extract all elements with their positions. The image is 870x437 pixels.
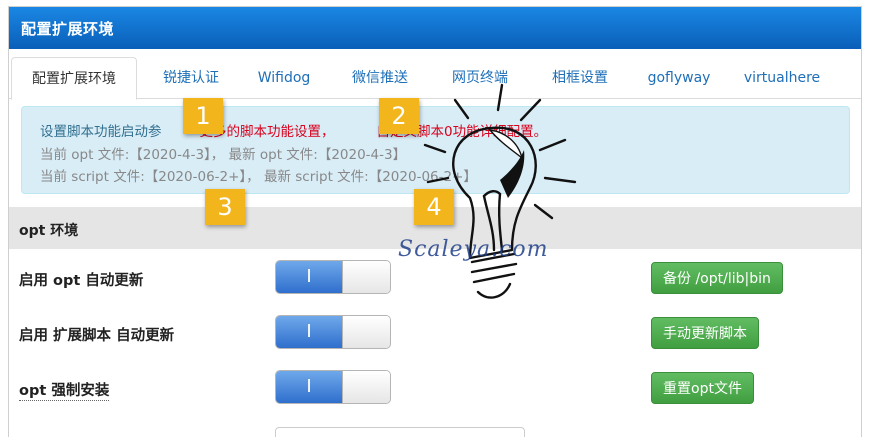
tab-photo-frame[interactable]: 相框设置	[537, 57, 623, 99]
info-alert: 设置脚本功能启动参 更多的脚本功能设置， 自定义脚本0功能详细配置。 当前 opt …	[21, 106, 850, 194]
row-label-script-auto-update: 启用 扩展脚本 自动更新	[19, 328, 175, 344]
watermark-text: Scaleya.com	[398, 237, 549, 262]
partial-input-field[interactable]	[275, 427, 525, 437]
tab-wechat-push[interactable]: 微信推送	[337, 57, 423, 99]
annotation-badge-2: 2	[379, 98, 419, 134]
annotation-badge-3: 3	[205, 189, 245, 225]
info-script-version: 当前 script 文件:【2020-06-2+】， 最新 script 文件:…	[40, 169, 477, 185]
opt-force-install-toggle[interactable]: I	[275, 370, 391, 404]
opt-auto-update-toggle[interactable]: I	[275, 260, 391, 294]
script-auto-update-toggle[interactable]: I	[275, 315, 391, 349]
toggle-on-indicator: I	[276, 316, 342, 348]
annotation-badge-1: 1	[183, 98, 223, 134]
info-line-1-text: 设置脚本功能启动参	[40, 124, 162, 140]
tab-wifidog[interactable]: Wifidog	[247, 57, 321, 99]
tab-web-terminal[interactable]: 网页终端	[437, 57, 523, 99]
row-label-opt-force-install: opt 强制安装	[19, 379, 110, 401]
toggle-knob	[342, 371, 390, 403]
title-bar: 配置扩展环境	[9, 7, 861, 49]
toggle-on-indicator: I	[276, 371, 342, 403]
reset-opt-button[interactable]: 重置opt文件	[651, 372, 754, 404]
toggle-knob	[342, 316, 390, 348]
tab-virtualhere[interactable]: virtualhere	[735, 57, 829, 99]
tab-goflyway[interactable]: goflyway	[637, 57, 721, 99]
info-opt-version: 当前 opt 文件:【2020-4-3】， 最新 opt 文件:【2020-4-…	[40, 147, 407, 163]
tab-bar: 配置扩展环境 锐捷认证 Wifidog 微信推送 网页终端 相框设置 gofly…	[9, 49, 861, 100]
info-line-1: 设置脚本功能启动参 更多的脚本功能设置， 自定义脚本0功能详细配置。	[40, 120, 547, 140]
update-script-button[interactable]: 手动更新脚本	[651, 317, 759, 349]
backup-opt-button[interactable]: 备份 /opt/lib|bin	[651, 262, 783, 294]
tab-config-env[interactable]: 配置扩展环境	[11, 57, 137, 100]
tab-ruijie-auth[interactable]: 锐捷认证	[147, 57, 235, 99]
annotation-badge-4: 4	[414, 189, 454, 225]
toggle-knob	[342, 261, 390, 293]
section-title: opt 环境	[19, 223, 79, 239]
toggle-on-indicator: I	[276, 261, 342, 293]
window-title: 配置扩展环境	[21, 20, 115, 38]
row-label-opt-auto-update: 启用 opt 自动更新	[19, 273, 144, 289]
